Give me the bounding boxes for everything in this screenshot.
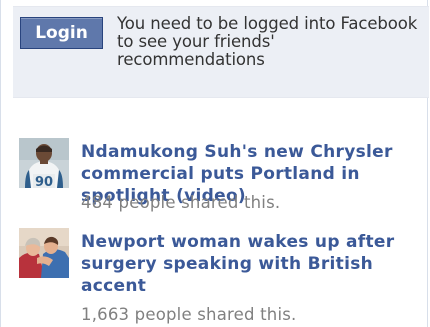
hug-photo-thumbnail[interactable] xyxy=(19,228,69,278)
recommendations-widget: Login You need to be logged into Faceboo… xyxy=(0,0,430,327)
story-title-link[interactable]: Newport woman wakes up after surgery spe… xyxy=(81,231,430,297)
share-count: 1,663 people shared this. xyxy=(81,305,297,324)
svg-text:90: 90 xyxy=(35,175,53,188)
login-message: You need to be logged into Facebook to s… xyxy=(117,14,418,69)
share-count: 484 people shared this. xyxy=(81,193,281,212)
football-player-thumbnail[interactable]: 90 xyxy=(19,138,69,188)
login-prompt: Login You need to be logged into Faceboo… xyxy=(13,6,429,98)
